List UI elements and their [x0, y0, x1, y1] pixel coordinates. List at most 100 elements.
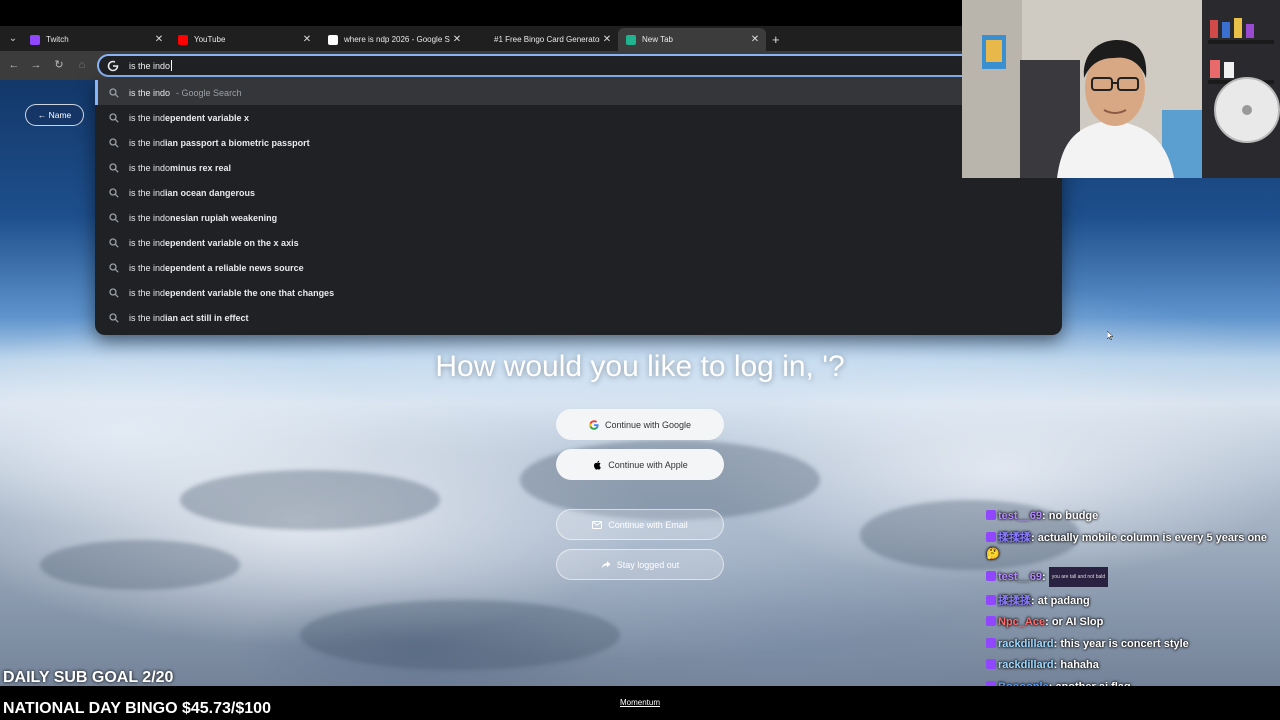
chat-text: or AI Slop	[1051, 616, 1104, 628]
chat-separator: :	[1031, 531, 1038, 544]
suggestion-typed-text: is the ind	[129, 137, 166, 148]
stay-logged-out-button[interactable]: Stay logged out	[556, 549, 724, 580]
browser-tab[interactable]: where is ndp 2026 - Google Se ✕	[320, 28, 468, 51]
suggestion-completion-text: nesian rupiah weakening	[170, 212, 278, 223]
omnibox-suggestions: is the indo - Google Search is the ind epen…	[95, 80, 1062, 335]
chat-text: no budge	[1048, 510, 1099, 522]
text-caret	[171, 60, 173, 71]
tab-favicon-icon	[626, 34, 636, 45]
suggestion-item[interactable]: is the ind ian passport a biometric passp…	[95, 130, 1062, 155]
chat-separator: :	[1042, 570, 1049, 583]
suggestion-item[interactable]: is the ind ian act still in effect	[95, 305, 1062, 330]
chat-text: hahaha	[1060, 659, 1099, 671]
tab-close-icon[interactable]: ✕	[300, 34, 314, 45]
browser-tab[interactable]: Twitch ✕	[22, 28, 170, 51]
continue-with-google-button[interactable]: Continue with Google	[556, 409, 724, 440]
suggestion-typed-text: is the indo	[129, 87, 171, 98]
suggestion-completion-text: ian act still in effect	[165, 312, 249, 323]
chat-badge-icon	[986, 510, 996, 520]
chat-badge-icon	[986, 570, 996, 581]
mountain-ridge	[180, 470, 440, 530]
back-arrow-icon[interactable]: ←	[6, 57, 22, 73]
tab-label: New Tab	[642, 35, 673, 44]
mountain-ridge	[40, 540, 240, 590]
tab-close-icon[interactable]: ✕	[450, 34, 464, 45]
search-icon	[109, 187, 119, 198]
envelope-icon	[592, 520, 603, 530]
webcam-overlay	[962, 0, 1280, 178]
name-back-button[interactable]: ← Name	[25, 104, 84, 126]
suggestion-completion-text: ependent variable on the x axis	[165, 237, 299, 248]
tab-label: #1 Free Bingo Card Generator	[494, 35, 600, 44]
reload-icon[interactable]: ↻	[51, 57, 67, 73]
continue-with-email-button[interactable]: Continue with Email	[556, 509, 724, 540]
suggestion-typed-text: is the ind	[129, 237, 166, 248]
continue-with-google-label: Continue with Google	[604, 419, 692, 430]
suggestion-item[interactable]: is the ind ependent variable on the x axi…	[95, 230, 1062, 255]
new-tab-button[interactable]: +	[772, 32, 780, 47]
chat-message: 揉揉揉: actually mobile column is every 5 y…	[986, 530, 1280, 562]
chat-message: Npc_Ace: or AI Slop	[986, 614, 1280, 630]
chat-text: this year is concert style	[1060, 637, 1189, 650]
apple-logo-icon	[592, 460, 602, 470]
chat-separator: :	[1031, 594, 1038, 607]
search-icon	[109, 137, 119, 148]
suggestion-item[interactable]: is the ind ependent variable x	[95, 105, 1062, 130]
chat-badge-icon	[986, 531, 996, 542]
mouse-cursor-icon	[1107, 331, 1113, 340]
tab-favicon-icon	[30, 34, 40, 45]
search-icon	[109, 162, 119, 173]
continue-with-apple-button[interactable]: Continue with Apple	[556, 449, 724, 480]
chat-username[interactable]: test__69	[998, 510, 1042, 522]
home-icon[interactable]: ⌂	[74, 57, 90, 73]
suggestion-item[interactable]: is the indo - Google Search	[95, 80, 1062, 105]
suggestion-item[interactable]: is the ind ian ocean dangerous	[95, 180, 1062, 205]
chat-username[interactable]: 揉揉揉	[998, 532, 1031, 544]
chat-username[interactable]: 揉揉揉	[998, 595, 1031, 607]
chat-username[interactable]: rackdillard	[998, 638, 1054, 650]
chat-badge-icon	[986, 637, 996, 648]
chat-message: test__69: you are tall and not bald	[986, 567, 1280, 587]
tab-label: YouTube	[194, 35, 226, 44]
suggestion-typed-text: is the ind	[129, 262, 166, 273]
browser-tab[interactable]: YouTube ✕	[170, 28, 318, 51]
address-bar[interactable]: is the indo	[97, 54, 977, 77]
chat-sticker: you are tall and not bald	[1048, 567, 1109, 587]
suggestion-item[interactable]: is the ind ependent variable the one that…	[95, 280, 1062, 305]
suggestion-hint: - Google Search	[176, 87, 242, 98]
suggestion-item[interactable]: is the indo nesian rupiah weakening	[95, 205, 1062, 230]
browser-tab[interactable]: #1 Free Bingo Card Generator ✕	[470, 28, 618, 51]
suggestion-completion-text: minus rex real	[170, 162, 232, 173]
national-day-bingo-goal: NATIONAL DAY BINGO $45.73/$100	[3, 700, 271, 717]
suggestion-typed-text: is the indo	[129, 162, 171, 173]
momentum-link[interactable]: Momentum	[620, 698, 660, 707]
suggestion-completion-text: ependent variable the one that changes	[165, 287, 335, 298]
suggestion-item[interactable]: is the ind ependent a reliable news sourc…	[95, 255, 1062, 280]
daily-sub-goal: DAILY SUB GOAL 2/20	[3, 669, 174, 686]
tab-search-chevron-icon[interactable]: ⌄	[6, 32, 20, 46]
chat-username[interactable]: Npc_Ace	[998, 616, 1045, 628]
suggestion-item[interactable]: is the indo minus rex real	[95, 155, 1062, 180]
browser-tab[interactable]: New Tab ✕	[618, 28, 766, 51]
chat-separator: :	[1042, 510, 1049, 522]
chat-badge-icon	[986, 616, 996, 626]
share-arrow-icon	[601, 560, 611, 570]
chat-message: rackdillard: this year is concert style	[986, 636, 1280, 652]
stay-logged-out-label: Stay logged out	[616, 559, 680, 570]
chat-username[interactable]: rackdillard	[998, 659, 1054, 671]
window-titlebar	[0, 0, 962, 26]
tab-close-icon[interactable]: ✕	[748, 34, 762, 45]
suggestion-completion-text: ian ocean dangerous	[165, 187, 256, 198]
chat-username[interactable]: test__69	[998, 571, 1042, 583]
login-headline: How would you like to log in, '?	[435, 350, 845, 383]
tab-favicon-icon	[478, 34, 488, 45]
address-bar-text[interactable]: is the indo	[129, 61, 170, 71]
chat-separator: :	[1045, 616, 1052, 628]
browser-toolbar: ← → ↻ ⌂ is the indo	[0, 51, 977, 80]
search-icon	[109, 112, 119, 123]
tab-favicon-icon	[178, 34, 188, 45]
google-g-icon	[107, 60, 119, 71]
forward-arrow-icon[interactable]: →	[28, 57, 44, 73]
tab-close-icon[interactable]: ✕	[152, 34, 166, 45]
tab-close-icon[interactable]: ✕	[600, 34, 614, 45]
